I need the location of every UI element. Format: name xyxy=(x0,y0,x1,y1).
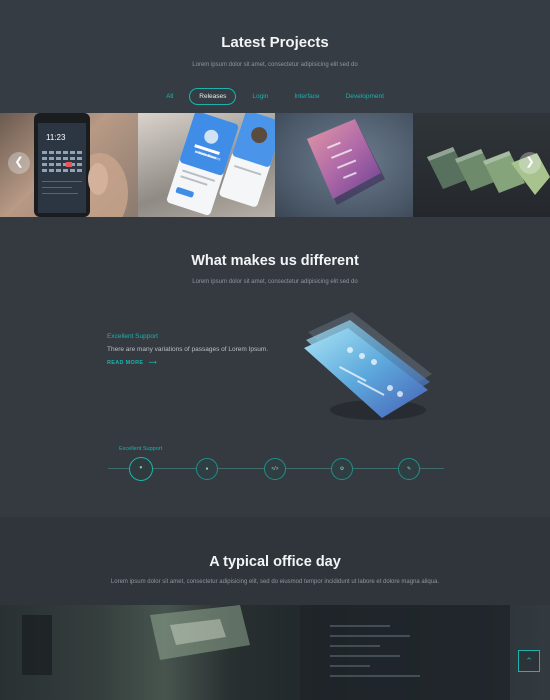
arrow-right-icon: ⟶ xyxy=(145,360,157,366)
timeline-step-1[interactable]: ♥ xyxy=(129,457,153,481)
feature-text: There are many variations of passages of… xyxy=(107,346,269,353)
read-more-label: READ MORE xyxy=(107,360,144,366)
chevron-right-icon: ❯ xyxy=(525,156,535,168)
scroll-to-top-button[interactable]: ⌃ xyxy=(518,650,540,672)
what-makes-us-different-section: What makes us different Lorem ipsum dolo… xyxy=(0,217,550,517)
section-title: Latest Projects xyxy=(221,34,329,51)
gear-icon: ⚙ xyxy=(339,466,345,472)
section-title: A typical office day xyxy=(209,554,341,570)
user-icon: ● xyxy=(205,466,209,472)
section-subtitle: Lorem ipsum dolor sit amet, consectetur … xyxy=(192,62,358,68)
feature-title: Excellent Support xyxy=(107,333,158,340)
latest-projects-section: Latest Projects Lorem ipsum dolor sit am… xyxy=(0,0,550,217)
heart-icon: ♥ xyxy=(139,465,143,471)
filter-releases[interactable]: Releases xyxy=(189,88,237,105)
timeline-step-4[interactable]: ⚙ xyxy=(331,458,353,480)
timeline-step-2[interactable]: ● xyxy=(196,458,218,480)
gallery-next-button[interactable]: ❯ xyxy=(519,152,541,174)
project-filter-bar: All Releases Login Interface Development xyxy=(0,88,550,105)
layered-phone-illustration xyxy=(304,312,432,420)
phone-time: 11:23 xyxy=(46,133,66,142)
filter-login[interactable]: Login xyxy=(242,88,278,105)
chevron-left-icon: ❮ xyxy=(14,156,24,168)
gradient-phone-image xyxy=(307,119,385,205)
read-more-link[interactable]: READ MORE ⟶ xyxy=(107,360,157,366)
timeline-step-3[interactable]: </> xyxy=(264,458,286,480)
timeline-active-label: Excellent Support xyxy=(119,446,163,452)
gallery-prev-button[interactable]: ❮ xyxy=(8,152,30,174)
section-subtitle: Lorem ipsum dolor sit amet, consectetur … xyxy=(110,579,440,585)
code-icon: </> xyxy=(271,466,279,472)
project-gallery: 11:23 Kate Bowers xyxy=(0,113,550,217)
profile-app-image: Kate Bowers xyxy=(166,113,275,216)
timeline-step-5[interactable]: ✎ xyxy=(398,458,420,480)
office-day-section: A typical office day Lorem ipsum dolor s… xyxy=(0,517,550,700)
section-subtitle: Lorem ipsum dolor sit amet, consectetur … xyxy=(192,279,358,285)
filter-all[interactable]: All xyxy=(156,88,183,105)
pencil-icon: ✎ xyxy=(406,466,412,472)
project-tile-gradient-phone[interactable] xyxy=(275,113,413,217)
office-photo xyxy=(0,605,550,700)
filter-interface[interactable]: Interface xyxy=(284,88,329,105)
chevron-up-icon: ⌃ xyxy=(525,656,533,666)
section-title: What makes us different xyxy=(191,253,359,269)
filter-development[interactable]: Development xyxy=(336,88,394,105)
office-photo-graphic xyxy=(0,605,550,700)
project-tile-profile-app[interactable]: Kate Bowers xyxy=(137,113,275,217)
